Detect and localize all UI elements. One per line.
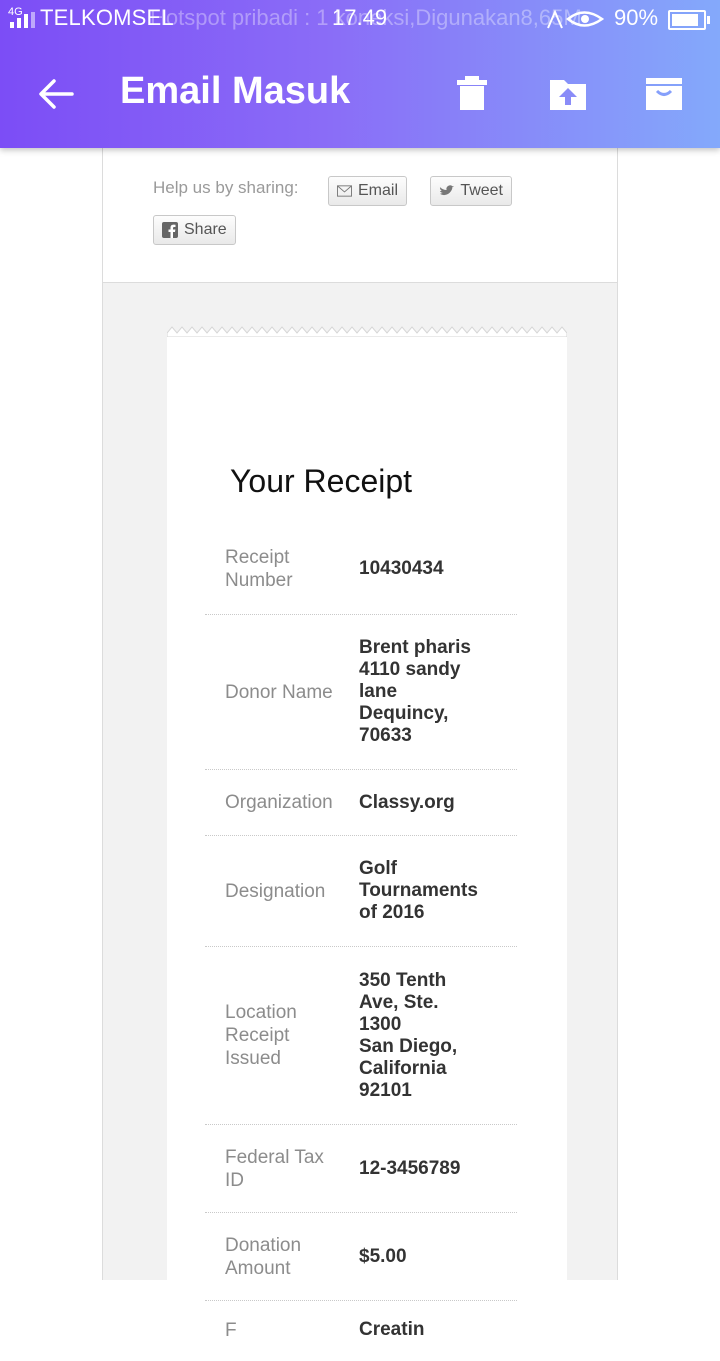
receipt-row: Federal Tax ID 12-3456789 bbox=[205, 1125, 517, 1213]
row-value: Golf Tournaments of 2016 bbox=[359, 858, 478, 923]
row-label: Donor Name bbox=[225, 681, 333, 703]
tweet-button[interactable]: Tweet bbox=[430, 176, 512, 206]
email-share-button[interactable]: Email bbox=[328, 176, 407, 206]
share-prompt: Help us by sharing: bbox=[153, 178, 299, 197]
battery-icon bbox=[668, 10, 710, 30]
torn-edge-decoration bbox=[167, 326, 567, 337]
facebook-share-button[interactable]: Share bbox=[153, 215, 236, 245]
row-value: 10430434 bbox=[359, 557, 444, 579]
row-label: Federal Tax ID bbox=[225, 1146, 324, 1191]
signal-icon bbox=[10, 12, 35, 28]
top-header: 4G TELKOMSEL Hotspot pribadi : 1 koneksi… bbox=[0, 0, 720, 148]
row-value: Classy.org bbox=[359, 791, 455, 813]
receipt-row: Donor Name Brent pharis 4110 sandy lane … bbox=[205, 615, 517, 770]
receipt-row: Organization Classy.org bbox=[205, 770, 517, 836]
back-arrow-icon[interactable] bbox=[36, 74, 76, 114]
twitter-bird-icon bbox=[439, 185, 455, 196]
email-body: Your Receipt Receipt Number 10430434 Don… bbox=[102, 283, 618, 1341]
row-value: 12-3456789 bbox=[359, 1157, 461, 1179]
envelope-icon bbox=[337, 185, 352, 197]
row-value: $5.00 bbox=[359, 1245, 407, 1267]
battery-percent: 90% bbox=[614, 5, 659, 30]
receipt-table: Receipt Number 10430434 Donor Name Brent… bbox=[205, 523, 517, 1361]
receipt-row: Location Receipt Issued 350 Tenth Ave, S… bbox=[205, 947, 517, 1125]
receipt-row: Designation Golf Tournaments of 2016 bbox=[205, 836, 517, 947]
row-value: Creatin bbox=[359, 1319, 425, 1340]
receipt-row: F Creatin bbox=[205, 1301, 517, 1361]
row-label: Organization bbox=[225, 792, 333, 813]
receipt-card: Your Receipt Receipt Number 10430434 Don… bbox=[167, 326, 567, 1341]
row-value: Brent pharis 4110 sandy lane Dequincy, 7… bbox=[359, 637, 471, 746]
row-label: Donation Amount bbox=[225, 1234, 302, 1279]
row-label: Location Receipt Issued bbox=[225, 1002, 297, 1069]
row-label: Designation bbox=[225, 880, 326, 902]
receipt-title: Your Receipt bbox=[230, 463, 413, 499]
row-label: F bbox=[225, 1320, 237, 1341]
facebook-share-label: Share bbox=[184, 221, 227, 238]
facebook-icon bbox=[162, 222, 178, 238]
share-card: Help us by sharing: Email Tweet Share bbox=[102, 148, 618, 283]
receipt-row: Donation Amount $5.00 bbox=[205, 1213, 517, 1301]
status-time: 17.49 bbox=[332, 5, 388, 30]
email-share-label: Email bbox=[357, 182, 398, 199]
page-title: Email Masuk bbox=[120, 70, 351, 112]
status-bar: 4G TELKOMSEL Hotspot pribadi : 1 koneksi… bbox=[0, 0, 720, 36]
move-to-folder-icon[interactable] bbox=[548, 74, 588, 114]
row-label: Receipt Number bbox=[225, 546, 293, 591]
archive-icon[interactable] bbox=[644, 74, 684, 114]
trash-icon[interactable] bbox=[452, 74, 492, 114]
eye-comfort-icon bbox=[547, 9, 605, 29]
tweet-label: Tweet bbox=[460, 182, 503, 199]
receipt-row: Receipt Number 10430434 bbox=[205, 523, 517, 615]
row-value: 350 Tenth Ave, Ste. 1300 San Diego, Cali… bbox=[359, 969, 458, 1101]
